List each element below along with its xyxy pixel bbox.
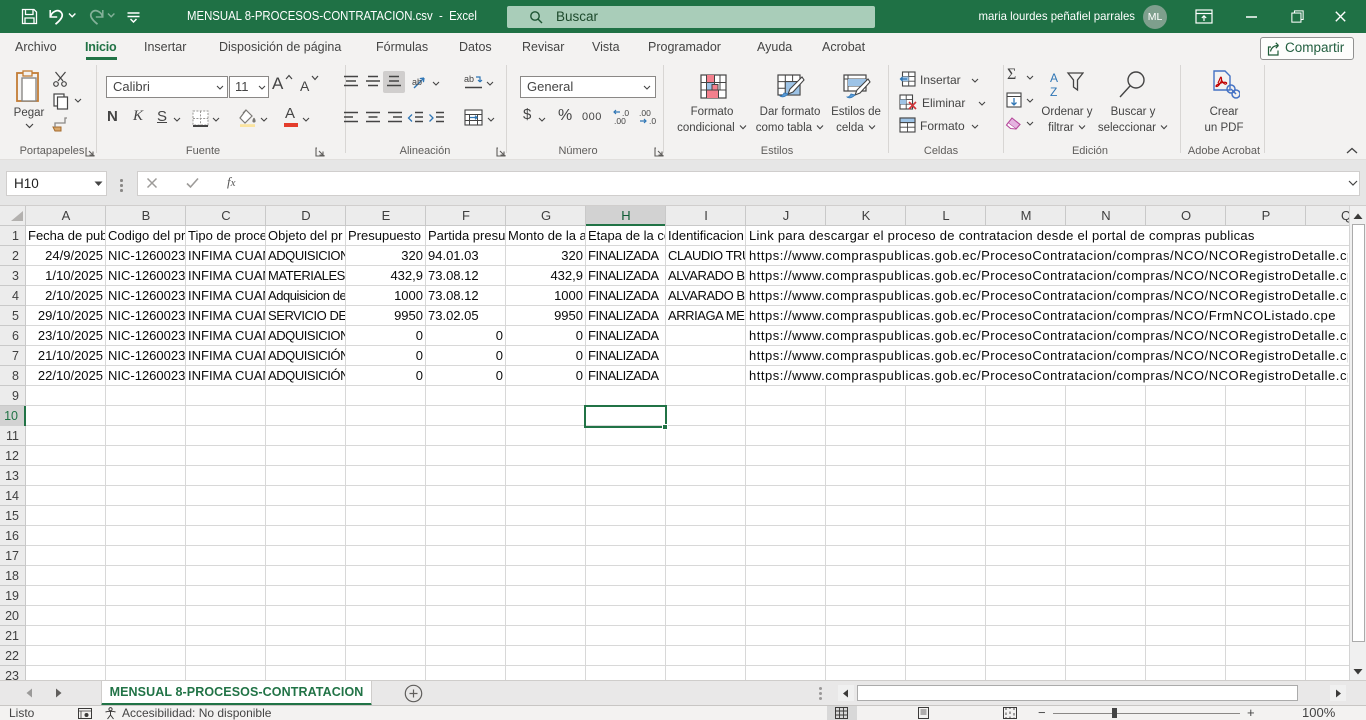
svg-text:ab: ab xyxy=(464,74,474,84)
svg-text:Z: Z xyxy=(1050,85,1057,99)
svg-text:ab: ab xyxy=(412,77,422,87)
svg-text:.00: .00 xyxy=(614,116,626,125)
svg-text:.0: .0 xyxy=(649,116,656,125)
svg-text:A: A xyxy=(1050,71,1058,85)
